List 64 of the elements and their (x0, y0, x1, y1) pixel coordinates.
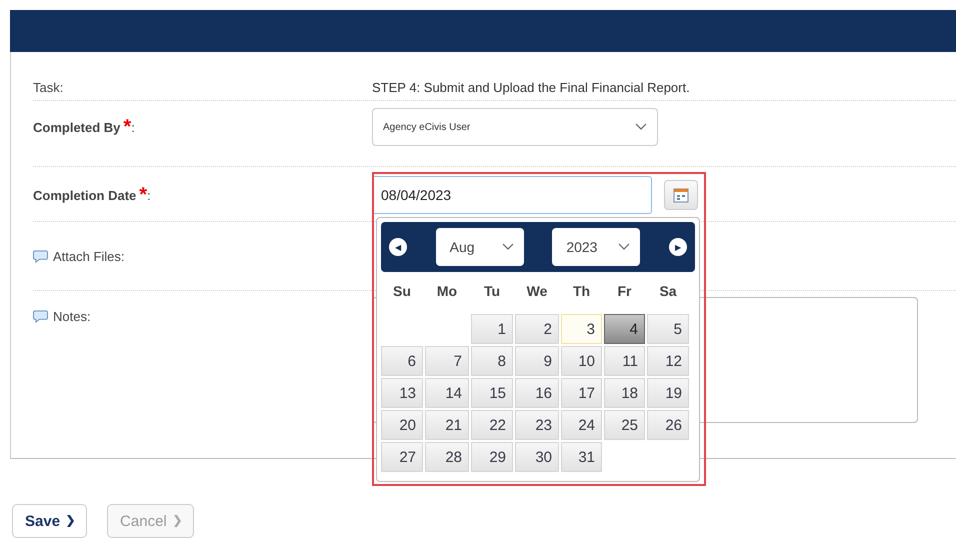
calendar-day[interactable]: 30 (515, 442, 559, 472)
calendar-day[interactable]: 6 (381, 346, 423, 376)
required-mark: * (139, 188, 148, 202)
calendar-day[interactable]: 14 (425, 378, 469, 408)
task-text: STEP 4: Submit and Upload the Final Financial Report. (372, 80, 690, 94)
calendar-day[interactable]: 28 (425, 442, 469, 472)
chevron-down-icon (635, 123, 647, 131)
calendar-day[interactable]: 2 (515, 314, 559, 344)
calendar-day[interactable]: 13 (381, 378, 423, 408)
form-button[interactable]: Save (12, 504, 88, 538)
month-select[interactable]: Aug (436, 228, 524, 266)
calendar-day[interactable]: 1 (471, 314, 513, 344)
calendar-day[interactable]: 19 (647, 378, 689, 408)
comment-icon[interactable] (33, 310, 48, 323)
calendar-day[interactable]: 29 (471, 442, 513, 472)
chevron-right-icon (66, 515, 74, 527)
next-month-button[interactable]: ▶ (668, 238, 687, 256)
year-select[interactable]: 2023 (552, 228, 640, 266)
completed-by-select[interactable]: Agency eCivis User (372, 108, 658, 146)
weekday-label: Su (392, 282, 412, 301)
previous-month-button[interactable]: ◀ (389, 238, 407, 256)
calendar-day[interactable]: 16 (515, 378, 559, 408)
calendar-day[interactable]: 24 (561, 410, 602, 440)
field-label: Notes: (53, 309, 91, 324)
field-label: Completed By (33, 120, 120, 134)
label-colon: : (147, 188, 151, 202)
chevron-down-icon (502, 243, 514, 251)
field-label: Attach Files: (53, 248, 125, 264)
calendar-day[interactable]: 26 (647, 410, 689, 440)
calendar-day[interactable]: 25 (604, 410, 645, 440)
calendar-day[interactable]: 27 (381, 442, 423, 472)
chevron-down-icon (618, 243, 630, 251)
date-input[interactable]: 08/04/2023 (372, 176, 652, 214)
calendar-day[interactable]: 8 (471, 346, 513, 376)
calendar-icon (673, 187, 689, 203)
calendar-day[interactable]: 4 (604, 314, 645, 344)
calendar-day[interactable]: 7 (425, 346, 469, 376)
required-mark: * (123, 120, 132, 134)
weekday-label: We (526, 282, 548, 301)
calendar-day[interactable]: 21 (425, 410, 469, 440)
weekday-label: Fr (616, 282, 632, 301)
calendar-day[interactable]: 22 (471, 410, 513, 440)
calendar-day[interactable]: 9 (515, 346, 559, 376)
label-colon: : (131, 120, 135, 134)
calendar-day[interactable]: 18 (604, 378, 645, 408)
calendar-day[interactable]: 3 (561, 314, 602, 344)
weekday-label: Mo (436, 282, 458, 301)
field-label: Task: (33, 80, 64, 94)
chevron-right-icon (172, 515, 181, 527)
calendar-day[interactable]: 11 (604, 346, 645, 376)
calendar-day[interactable]: 20 (381, 410, 423, 440)
calendar-day[interactable]: 10 (561, 346, 602, 376)
field-label: Completion Date (33, 188, 136, 202)
calendar-day[interactable]: 23 (515, 410, 559, 440)
calendar-day[interactable]: 12 (647, 346, 689, 376)
calendar-day[interactable]: 17 (561, 378, 602, 408)
weekday-label: Sa (658, 282, 678, 301)
calendar-button[interactable] (664, 180, 698, 210)
calendar-day[interactable]: 5 (647, 314, 689, 344)
weekday-label: Th (572, 282, 592, 301)
weekday-label: Tu (482, 282, 502, 301)
calendar-day[interactable]: 15 (471, 378, 513, 408)
comment-icon[interactable] (33, 250, 48, 262)
calendar-day[interactable]: 31 (561, 442, 602, 472)
